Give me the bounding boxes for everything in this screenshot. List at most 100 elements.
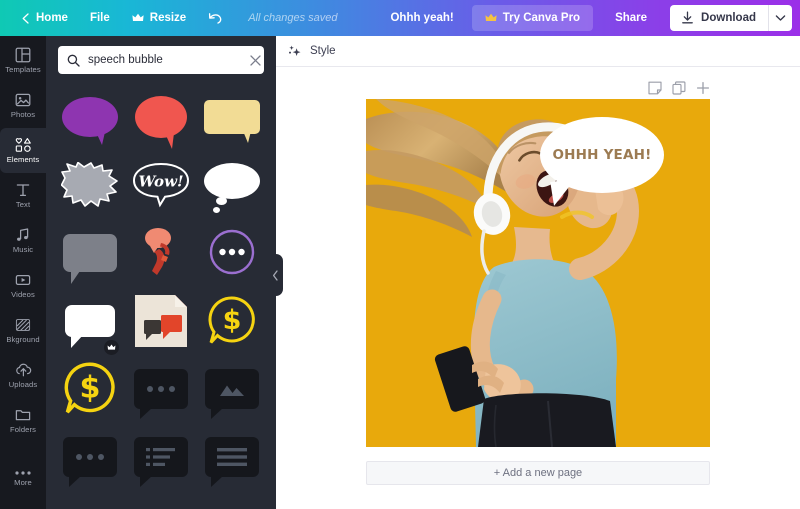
- sidebar-item-label: Text: [15, 200, 31, 210]
- collapse-panel-button[interactable]: [268, 254, 283, 296]
- download-label: Download: [701, 12, 756, 24]
- element-white-rect-bubble[interactable]: [129, 494, 194, 509]
- element-gray-burst-bubble[interactable]: [58, 154, 123, 216]
- sidebar-item-label: Bkground: [6, 335, 40, 345]
- share-label: Share: [615, 12, 648, 24]
- sidebar-item-label: Templates: [5, 65, 41, 75]
- element-white-rounded-bubble[interactable]: [58, 290, 123, 355]
- left-nav-rail: Templates Photos Elements Text Music Vid…: [0, 36, 46, 509]
- text-icon: [15, 182, 31, 198]
- sidebar-item-photos[interactable]: Photos: [0, 83, 46, 128]
- sidebar-item-label: Elements: [6, 155, 40, 165]
- element-coral-person-bubble[interactable]: [129, 222, 194, 284]
- design-canvas[interactable]: OHHH YEAH!: [366, 99, 710, 447]
- dollar-bubble-icon: $: [208, 296, 255, 344]
- search-icon: [67, 54, 80, 67]
- music-icon: [15, 227, 31, 243]
- chevron-down-icon: [775, 14, 786, 22]
- resize-button[interactable]: Resize: [121, 6, 197, 30]
- paper-chat-icon: [134, 295, 187, 347]
- dark-bubble-shape: [133, 437, 188, 487]
- download-button[interactable]: Download: [670, 5, 768, 31]
- undo-icon: [208, 12, 223, 25]
- dark-bubble-shape: [204, 437, 259, 487]
- element-dark-dots-bubble[interactable]: [129, 358, 194, 420]
- home-button[interactable]: Home: [10, 6, 79, 30]
- element-purple-ellipse-bubble[interactable]: [58, 86, 123, 148]
- templates-icon: [15, 47, 31, 63]
- sidebar-item-elements[interactable]: Elements: [0, 128, 46, 173]
- sidebar-item-templates[interactable]: Templates: [0, 38, 46, 83]
- element-dark-list-bubble[interactable]: [129, 426, 194, 488]
- element-dark-image-bubble[interactable]: [199, 358, 264, 420]
- design-speech-bubble[interactable]: OHHH YEAH!: [540, 117, 664, 206]
- sidebar-item-label: Uploads: [8, 380, 38, 390]
- design-title[interactable]: Ohhh yeah!: [378, 6, 465, 30]
- search-area: [46, 36, 276, 80]
- element-yellow-dollar-bubble-2[interactable]: $: [58, 358, 123, 420]
- canva-editor: Home File Resize All changes saved Ohhh …: [0, 0, 800, 509]
- chevron-left-icon: [21, 12, 30, 24]
- element-red-circle-bubble[interactable]: [58, 494, 123, 509]
- element-yellow-rect-bubble[interactable]: [199, 86, 264, 148]
- photos-icon: [15, 92, 31, 108]
- sidebar-item-uploads[interactable]: Uploads: [0, 353, 46, 398]
- close-icon[interactable]: [250, 54, 261, 66]
- element-dark-dots-bubble-2[interactable]: [58, 426, 123, 488]
- dots-icon: [76, 454, 105, 460]
- element-white-thought-bubble[interactable]: [199, 154, 264, 216]
- add-new-page-button[interactable]: + Add a new page: [366, 461, 710, 485]
- sidebar-item-label: Music: [12, 245, 34, 255]
- sidebar-item-videos[interactable]: Videos: [0, 263, 46, 308]
- wow-bubble-icon: Wow!: [132, 162, 189, 208]
- file-menu-button[interactable]: File: [79, 6, 121, 30]
- dots-icon: [146, 386, 175, 392]
- dark-bubble-shape: [133, 369, 188, 419]
- element-gray-rounded-bubble[interactable]: [58, 222, 123, 284]
- sidebar-item-folders[interactable]: Folders: [0, 398, 46, 443]
- download-button-group: Download: [670, 5, 792, 31]
- pro-badge: [103, 340, 119, 355]
- share-button[interactable]: Share: [601, 5, 661, 31]
- sidebar-item-more[interactable]: More: [0, 456, 46, 501]
- circle-dots-bubble-icon: [209, 229, 254, 275]
- undo-button[interactable]: [197, 6, 234, 31]
- sparkle-icon: [288, 44, 303, 59]
- crown-icon: [107, 344, 116, 350]
- element-wow-outline-bubble[interactable]: Wow!: [129, 154, 194, 216]
- search-input[interactable]: [88, 54, 242, 66]
- image-icon: [219, 385, 244, 396]
- rail-spacer: [0, 443, 46, 456]
- speech-bubble-tail: [550, 178, 580, 206]
- sidebar-item-text[interactable]: Text: [0, 173, 46, 218]
- search-box[interactable]: [58, 46, 264, 74]
- download-options-button[interactable]: [768, 5, 792, 31]
- element-dark-lines-bubble[interactable]: [199, 426, 264, 488]
- canvas-area: OHHH YEAH! + Add a new page: [276, 67, 800, 509]
- download-icon: [681, 11, 694, 25]
- element-paper-chat-bubbles[interactable]: [129, 290, 194, 352]
- sidebar-item-background[interactable]: Bkground: [0, 308, 46, 353]
- dollar-bubble-icon: $: [64, 362, 116, 414]
- try-canva-pro-button[interactable]: Try Canva Pro: [471, 5, 594, 31]
- element-purple-circle-dots-bubble[interactable]: [199, 222, 264, 284]
- page-tools: [366, 77, 710, 99]
- crown-icon: [132, 13, 144, 23]
- chevron-left-icon: [272, 269, 279, 281]
- svg-text:$: $: [80, 371, 101, 406]
- main-area: Style OHHH YEAH! + Add a new page: [276, 36, 800, 509]
- elements-grid: Wow! $ $: [46, 80, 276, 509]
- videos-icon: [15, 272, 31, 288]
- add-page-icon[interactable]: [696, 81, 710, 95]
- list-icon: [145, 448, 175, 466]
- sidebar-item-label: Photos: [10, 110, 36, 120]
- element-red-ellipse-bubble[interactable]: [129, 86, 194, 149]
- element-dark-rect-bubble[interactable]: [199, 494, 264, 509]
- file-label: File: [89, 12, 110, 24]
- sidebar-item-music[interactable]: Music: [0, 218, 46, 263]
- duplicate-page-icon[interactable]: [672, 81, 686, 95]
- notes-icon[interactable]: [648, 81, 662, 95]
- top-toolbar-right: Ohhh yeah! Try Canva Pro Share Download: [378, 5, 800, 31]
- element-yellow-dollar-bubble[interactable]: $: [199, 290, 264, 352]
- resize-label: Resize: [149, 12, 187, 24]
